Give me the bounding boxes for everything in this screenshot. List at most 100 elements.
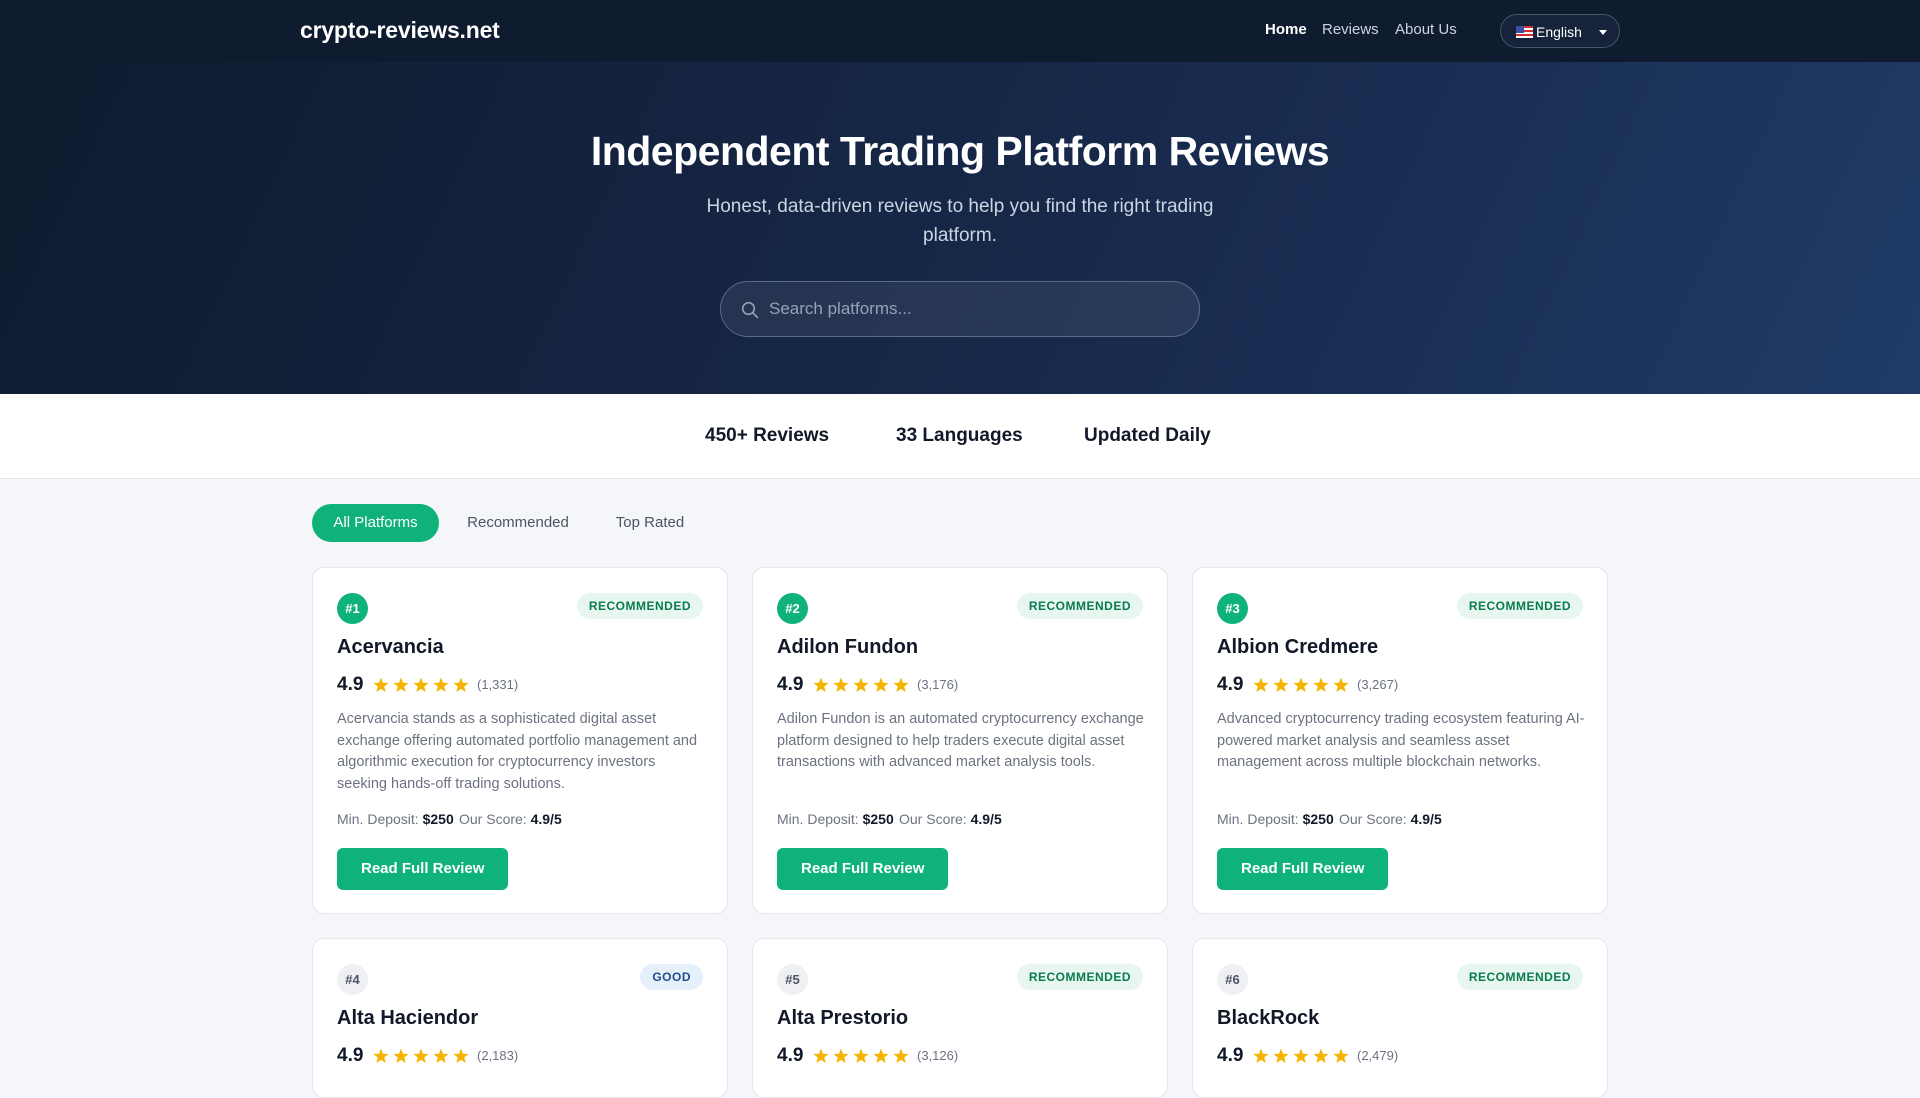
rank-badge: #6	[1217, 964, 1248, 995]
filter-tab-recommended[interactable]: Recommended	[452, 504, 584, 542]
rating-row: 4.9 (3,126)	[777, 1045, 958, 1067]
platform-name[interactable]: Alta Haciendor	[337, 1007, 478, 1030]
star-icon	[853, 1048, 869, 1063]
star-icon	[893, 677, 909, 692]
star-icon	[893, 1048, 909, 1063]
rating-value: 4.9	[1217, 1045, 1244, 1066]
rating-value: 4.9	[337, 1045, 364, 1066]
star-icon	[1333, 1048, 1349, 1063]
rank-badge: #5	[777, 964, 808, 995]
rating-row: 4.9 (2,183)	[337, 1045, 518, 1067]
language-label: English	[1536, 24, 1582, 40]
chevron-down-icon	[1599, 30, 1607, 35]
star-rating-icon	[813, 1048, 909, 1063]
platform-card: #6 RECOMMENDED BlackRock 4.9 (2,479)	[1192, 938, 1608, 1098]
star-icon	[453, 677, 469, 692]
star-icon	[433, 1048, 449, 1063]
star-icon	[393, 677, 409, 692]
stats-bar: 450+ Reviews 33 Languages Updated Daily	[0, 394, 1920, 479]
nav-about-link[interactable]: About Us	[1395, 21, 1457, 38]
star-icon	[373, 677, 389, 692]
min-deposit: Min. Deposit: $250	[777, 811, 894, 827]
star-icon	[1273, 677, 1289, 692]
rating-row: 4.9 (3,267)	[1217, 674, 1398, 696]
platform-name[interactable]: Albion Credmere	[1217, 636, 1378, 659]
min-deposit: Min. Deposit: $250	[1217, 811, 1334, 827]
stat-languages: 33 Languages	[896, 425, 1023, 446]
review-count: (2,183)	[477, 1048, 519, 1063]
read-review-button[interactable]: Read Full Review	[1217, 848, 1389, 890]
read-review-button[interactable]: Read Full Review	[337, 848, 509, 890]
review-count: (2,479)	[1357, 1048, 1399, 1063]
rating-row: 4.9 (1,331)	[337, 674, 518, 696]
rank-badge: #4	[337, 964, 368, 995]
status-badge: RECOMMENDED	[1456, 964, 1583, 990]
star-icon	[1313, 1048, 1329, 1063]
rank-badge: #3	[1217, 593, 1248, 624]
platform-name[interactable]: Adilon Fundon	[777, 636, 918, 659]
us-flag-icon	[1516, 26, 1533, 38]
star-icon	[1253, 677, 1269, 692]
rating-row: 4.9 (2,479)	[1217, 1045, 1398, 1067]
star-icon	[453, 1048, 469, 1063]
stat-reviews: 450+ Reviews	[705, 425, 830, 446]
star-icon	[1253, 1048, 1269, 1063]
filter-tab-all[interactable]: All Platforms	[312, 504, 439, 542]
platform-name[interactable]: Alta Prestorio	[777, 1007, 908, 1030]
rating-value: 4.9	[337, 674, 364, 695]
review-count: (3,126)	[917, 1048, 959, 1063]
platform-card: #3 RECOMMENDED Albion Credmere 4.9 (3,26…	[1192, 567, 1608, 914]
min-deposit: Min. Deposit: $250	[337, 811, 454, 827]
status-badge: RECOMMENDED	[1456, 593, 1583, 619]
star-icon	[1333, 677, 1349, 692]
review-count: (1,331)	[477, 677, 519, 692]
read-review-button[interactable]: Read Full Review	[777, 848, 949, 890]
status-badge: RECOMMENDED	[1016, 593, 1143, 619]
language-selector[interactable]: English	[1500, 14, 1620, 48]
search-box[interactable]	[720, 281, 1200, 337]
hero-section: Independent Trading Platform Reviews Hon…	[0, 62, 1920, 394]
our-score: Our Score: 4.9/5	[459, 811, 562, 827]
star-icon	[813, 1048, 829, 1063]
star-icon	[833, 1048, 849, 1063]
status-badge: RECOMMENDED	[576, 593, 703, 619]
platform-description: Advanced cryptocurrency trading ecosyste…	[1217, 711, 1585, 770]
platform-description: Acervancia stands as a sophisticated dig…	[337, 711, 698, 792]
star-icon	[873, 1048, 889, 1063]
rating-value: 4.9	[1217, 674, 1244, 695]
star-icon	[413, 677, 429, 692]
hero-title: Independent Trading Platform Reviews	[590, 128, 1330, 174]
search-input[interactable]	[769, 282, 1179, 335]
star-rating-icon	[1253, 677, 1349, 692]
platform-name[interactable]: BlackRock	[1217, 1007, 1319, 1030]
hero-subtitle: Honest, data-driven reviews to help you …	[706, 196, 1214, 246]
top-navbar: crypto-reviews.net Home Reviews About Us…	[0, 0, 1920, 62]
nav-reviews-link[interactable]: Reviews	[1322, 21, 1379, 38]
star-rating-icon	[1253, 1048, 1349, 1063]
search-icon	[741, 301, 759, 319]
star-icon	[873, 677, 889, 692]
platform-card: #4 GOOD Alta Haciendor 4.9 (2,183)	[312, 938, 728, 1098]
site-logo[interactable]: crypto-reviews.net	[300, 17, 500, 44]
star-icon	[373, 1048, 389, 1063]
platform-description: Adilon Fundon is an automated cryptocurr…	[777, 711, 1144, 770]
nav-home-link[interactable]: Home	[1265, 21, 1307, 38]
review-count: (3,267)	[1357, 677, 1399, 692]
status-badge: GOOD	[640, 964, 703, 990]
star-icon	[1313, 677, 1329, 692]
star-icon	[853, 677, 869, 692]
filter-tab-top-rated[interactable]: Top Rated	[598, 504, 702, 542]
platform-card: #2 RECOMMENDED Adilon Fundon 4.9 (3,176)…	[752, 567, 1168, 914]
rating-row: 4.9 (3,176)	[777, 674, 958, 696]
star-icon	[813, 677, 829, 692]
star-rating-icon	[813, 677, 909, 692]
our-score: Our Score: 4.9/5	[899, 811, 1002, 827]
star-icon	[433, 677, 449, 692]
rank-badge: #1	[337, 593, 368, 624]
star-icon	[393, 1048, 409, 1063]
rank-badge: #2	[777, 593, 808, 624]
star-icon	[413, 1048, 429, 1063]
star-icon	[833, 677, 849, 692]
platform-name[interactable]: Acervancia	[337, 636, 444, 659]
star-rating-icon	[373, 1048, 469, 1063]
